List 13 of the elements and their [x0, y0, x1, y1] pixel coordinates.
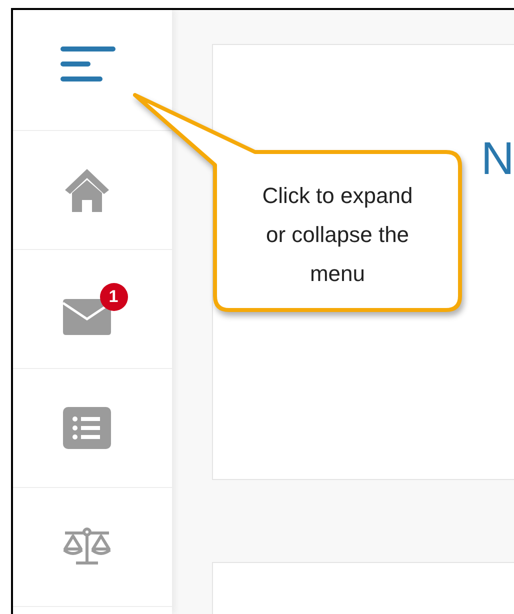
list-icon — [62, 406, 112, 450]
card-title: N — [481, 135, 514, 181]
sidebar-item[interactable] — [62, 527, 112, 567]
scales-icon — [62, 527, 112, 567]
sidebar-item[interactable] — [62, 406, 112, 450]
sidebar-item[interactable] — [62, 167, 110, 213]
notification-badge: 1 — [100, 283, 128, 311]
home-icon — [62, 167, 110, 213]
menu-button[interactable] — [60, 46, 116, 84]
callout-text: Click to expand or collapse the menu — [261, 182, 414, 288]
envelope-icon — [62, 297, 112, 337]
sidebar-item[interactable]: 1 — [44, 281, 130, 337]
menu-icon — [60, 46, 116, 84]
